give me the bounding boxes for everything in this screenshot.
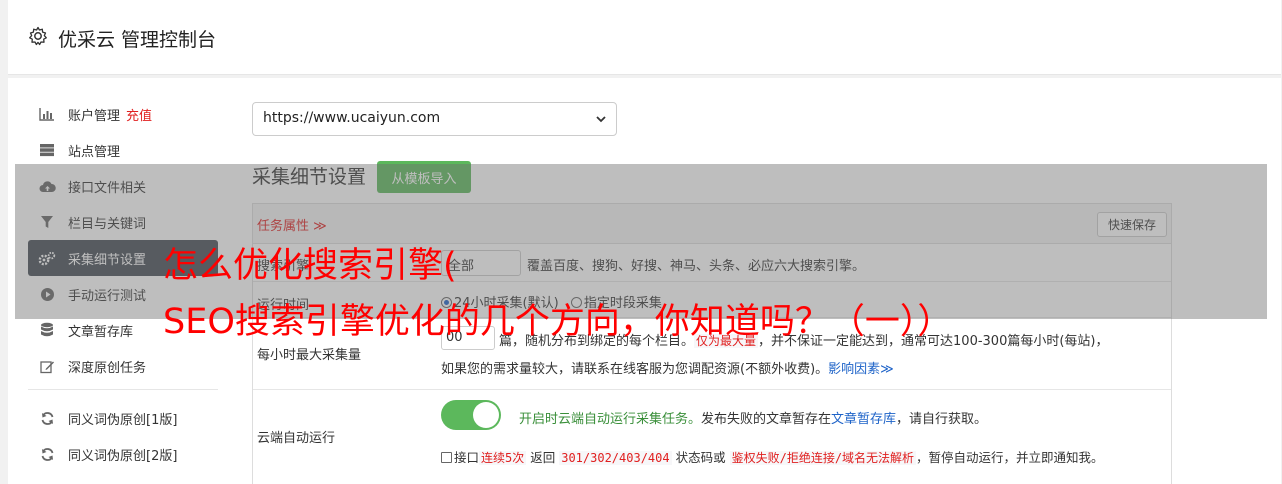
sidebar-item-label: 同义词伪原创[1版]	[68, 412, 178, 428]
cloud-desc-green: 开启时云端自动运行采集任务。	[519, 412, 702, 427]
overlay-title-line1: 怎么优化搜索引擎(	[163, 246, 457, 286]
cloud-desc-a: 发布失败的文章暂存在	[701, 412, 832, 427]
sidebar-divider	[28, 389, 218, 390]
page-title: 优采云 管理控制台	[58, 29, 217, 51]
code-times: 连续5次	[479, 451, 527, 465]
sidebar-item-label: 账户管理	[68, 108, 121, 124]
code-errors: 鉴权失败/拒绝连接/域名无法解析	[729, 451, 917, 465]
max-desc-line2-text: 如果您的需求量较大，请联系在线客服为您调配资源(不额外收费)。	[441, 362, 829, 377]
toggle-knob	[473, 402, 499, 428]
pause-t3: ，暂停自动运行，并立即通知我。	[916, 450, 1104, 465]
site-select-value: https://www.ucaiyun.com	[263, 110, 441, 126]
edit-icon	[38, 358, 56, 374]
pause-t2: 状态码或	[675, 450, 726, 465]
pause-rule: 接口 连续5次 返回 301/302/403/404 状态码或 鉴权失败/拒绝连接…	[441, 447, 1104, 466]
sidebar-item-label: 同义词伪原创[2版]	[68, 448, 178, 464]
site-select[interactable]: https://www.ucaiyun.com	[252, 102, 617, 136]
article-store-link[interactable]: 文章暂存库	[831, 412, 896, 427]
cloud-label: 云端自动运行	[257, 431, 336, 446]
cloud-auto-toggle[interactable]	[441, 400, 501, 430]
header-bar: 优采云 管理控制台	[8, 0, 1281, 75]
pause-t1: 返回	[530, 450, 556, 465]
refresh-icon	[38, 410, 56, 426]
sidebar-item-synonym-v2[interactable]: 同义词伪原创[2版]	[28, 436, 218, 472]
code-status: 301/302/403/404	[559, 451, 672, 465]
overlay-title: 怎么优化搜索引擎( SEO搜索引擎优化的几个方向，你知道吗？（一））	[163, 238, 952, 350]
chevron-down-icon	[596, 116, 606, 123]
pause-checkbox[interactable]	[441, 452, 452, 463]
sidebar-item-label: 文章暂存库	[68, 324, 134, 340]
sidebar-item-account[interactable]: 账户管理 充值	[28, 96, 218, 132]
sidebar-item-deep-original[interactable]: 深度原创任务	[28, 348, 218, 384]
sidebar-item-label: 深度原创任务	[68, 360, 147, 376]
cloud-desc: 开启时云端自动运行采集任务。发布失败的文章暂存在文章暂存库，请自行获取。	[519, 408, 987, 427]
cloud-row: 云端自动运行 开启时云端自动运行采集任务。发布失败的文章暂存在文章暂存库，请自行…	[253, 390, 1171, 480]
sidebar-item-sites[interactable]: 站点管理	[28, 132, 218, 168]
overlay-title-line2: SEO搜索引擎优化的几个方向，你知道吗？（一））	[163, 302, 953, 342]
pause-cb-label: 接口	[454, 450, 480, 465]
database-icon	[38, 322, 56, 338]
refresh-icon	[38, 446, 56, 462]
recharge-link[interactable]: 充值	[126, 105, 152, 124]
bar-chart-icon	[38, 106, 56, 122]
influence-link[interactable]: 影响因素≫	[828, 362, 894, 377]
gear-icon	[29, 26, 47, 46]
cloud-desc-b: ，请自行获取。	[896, 412, 988, 427]
sidebar-item-synonym-v1[interactable]: 同义词伪原创[1版]	[28, 400, 218, 436]
sidebar-item-label: 站点管理	[68, 144, 121, 160]
server-icon	[38, 142, 56, 158]
max-desc-line2: 如果您的需求量较大，请联系在线客服为您调配资源(不额外收费)。影响因素≫	[441, 358, 894, 377]
